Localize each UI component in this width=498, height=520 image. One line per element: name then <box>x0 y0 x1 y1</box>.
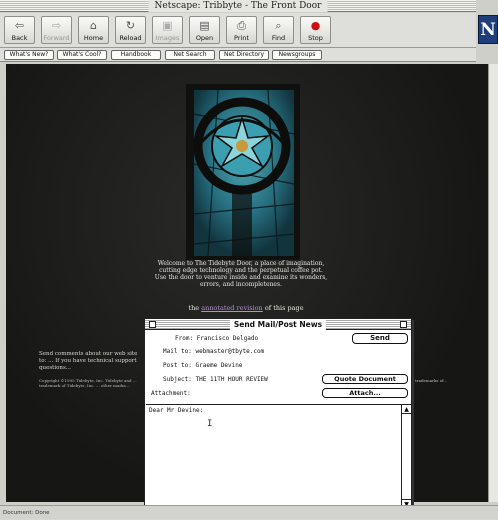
find-icon: ⌕ <box>275 19 282 32</box>
latest-revision-line: the annotated revision of this page <box>188 304 304 312</box>
handbook-button[interactable]: Handbook <box>111 50 161 60</box>
stop-icon: ● <box>310 19 321 32</box>
postto-row: Post to: Graeme Devine <box>163 362 243 369</box>
mailto-field[interactable]: webmaster@tbyte.com <box>196 348 265 355</box>
net-search-button[interactable]: Net Search <box>165 50 215 60</box>
back-button[interactable]: ⇦ Back <box>4 16 35 44</box>
subject-field[interactable]: THE 11TH HOUR REVIEW <box>196 376 268 383</box>
mail-window-title: Send Mail/Post News <box>229 319 327 330</box>
mail-scrollbar[interactable]: ▲ ▼ <box>401 404 411 508</box>
send-mail-window: Send Mail/Post News From: Francisco Delg… <box>144 318 412 508</box>
images-button[interactable]: ▣ Images <box>152 16 183 44</box>
browser-window: Netscape: Tribbyte - The Front Door ⇦ Ba… <box>0 0 498 519</box>
status-text: Document: Done <box>3 510 50 516</box>
quote-document-button[interactable]: Quote Document <box>322 374 408 384</box>
forward-arrow-icon: ⇨ <box>51 19 62 32</box>
forward-button[interactable]: ⇨ Forward <box>41 16 72 44</box>
images-icon: ▣ <box>162 19 173 32</box>
text-cursor-icon: I <box>207 419 213 429</box>
home-button[interactable]: ⌂ Home <box>78 16 109 44</box>
comments-text: Send comments about our web site to: ...… <box>39 351 138 371</box>
zoom-box-icon[interactable] <box>400 321 407 328</box>
mail-header-fields: From: Francisco Delgado Mail to: webmast… <box>145 331 411 402</box>
open-button[interactable]: ▤ Open <box>189 16 220 44</box>
whats-new-button[interactable]: What's New? <box>4 50 54 60</box>
message-body-text: Dear Mr Devine: <box>149 407 204 414</box>
copyright-text: Copyright ©1995 Tidebyte, Inc. Tidebyte … <box>39 378 137 388</box>
annotated-revision-link[interactable]: annotated revision <box>201 304 263 312</box>
newsgroups-button[interactable]: Newsgroups <box>272 50 322 60</box>
navigation-toolbar: ⇦ Back ⇨ Forward ⌂ Home ↻ Reload ▣ Image… <box>0 13 476 48</box>
reload-icon: ↻ <box>125 19 136 32</box>
from-field[interactable]: Francisco Delgado <box>197 335 258 342</box>
stained-glass-door-image[interactable] <box>158 74 328 274</box>
postto-field[interactable]: Graeme Devine <box>196 362 243 369</box>
subject-row: Subject: THE 11TH HOUR REVIEW <box>163 376 268 383</box>
stop-button[interactable]: ● Stop <box>300 16 331 44</box>
status-bar: Document: Done <box>0 505 498 519</box>
print-button[interactable]: ⎙ Print <box>226 16 257 44</box>
window-title: Netscape: Tribbyte - The Front Door <box>148 0 328 12</box>
print-icon: ⎙ <box>237 19 246 32</box>
send-button[interactable]: Send <box>352 333 408 344</box>
directory-bar: What's New? What's Cool? Handbook Net Se… <box>0 48 476 62</box>
attachment-row: Attachment: <box>151 390 191 397</box>
copyright-text-right: ... trademarks of... <box>410 378 448 383</box>
netscape-logo: N <box>478 15 498 44</box>
whats-cool-button[interactable]: What's Cool? <box>57 50 107 60</box>
page-scrollbar[interactable] <box>488 64 498 502</box>
home-icon: ⌂ <box>90 19 97 32</box>
find-button[interactable]: ⌕ Find <box>263 16 294 44</box>
message-body[interactable]: Dear Mr Devine: I <box>146 404 401 504</box>
title-bar[interactable]: Netscape: Tribbyte - The Front Door <box>0 0 476 12</box>
close-box-icon[interactable] <box>149 321 156 328</box>
net-directory-button[interactable]: Net Directory <box>219 50 269 60</box>
reload-button[interactable]: ↻ Reload <box>115 16 146 44</box>
welcome-text: Welcome to The Tidebyte Door, a place of… <box>154 260 328 288</box>
from-row: From: Francisco Delgado <box>175 335 259 342</box>
open-icon: ▤ <box>199 19 210 32</box>
mailto-row: Mail to: webmaster@tbyte.com <box>163 348 265 355</box>
back-arrow-icon: ⇦ <box>14 19 25 32</box>
mail-title-bar[interactable]: Send Mail/Post News <box>145 319 411 330</box>
attach-button[interactable]: Attach... <box>322 388 408 398</box>
scroll-up-arrow-icon[interactable]: ▲ <box>402 405 411 414</box>
